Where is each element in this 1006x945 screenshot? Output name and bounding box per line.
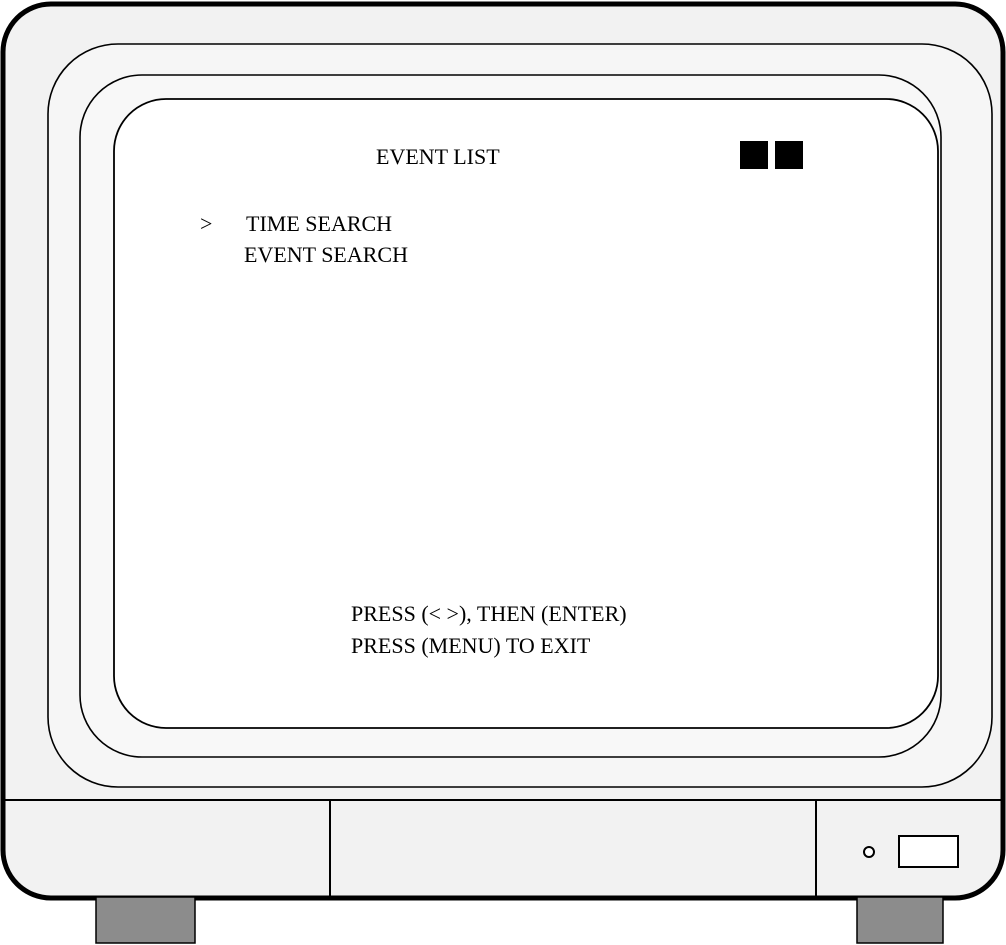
- instruction-exit: PRESS (MENU) TO EXIT: [351, 633, 591, 658]
- power-led-icon: [863, 846, 875, 858]
- selection-cursor-icon: >: [200, 211, 213, 236]
- menu-title: EVENT LIST: [376, 144, 500, 169]
- indicator-block-1: [740, 141, 768, 169]
- indicator-block-2: [775, 141, 803, 169]
- menu-item-event-search[interactable]: EVENT SEARCH: [244, 242, 408, 268]
- menu-item-time-search[interactable]: TIME SEARCH: [246, 211, 392, 237]
- instruction-navigate: PRESS (< >), THEN (ENTER): [351, 601, 627, 626]
- power-button[interactable]: [898, 835, 959, 868]
- foot-right: [856, 896, 944, 944]
- foot-left: [95, 896, 196, 944]
- monitor-illustration: [0, 1, 1006, 944]
